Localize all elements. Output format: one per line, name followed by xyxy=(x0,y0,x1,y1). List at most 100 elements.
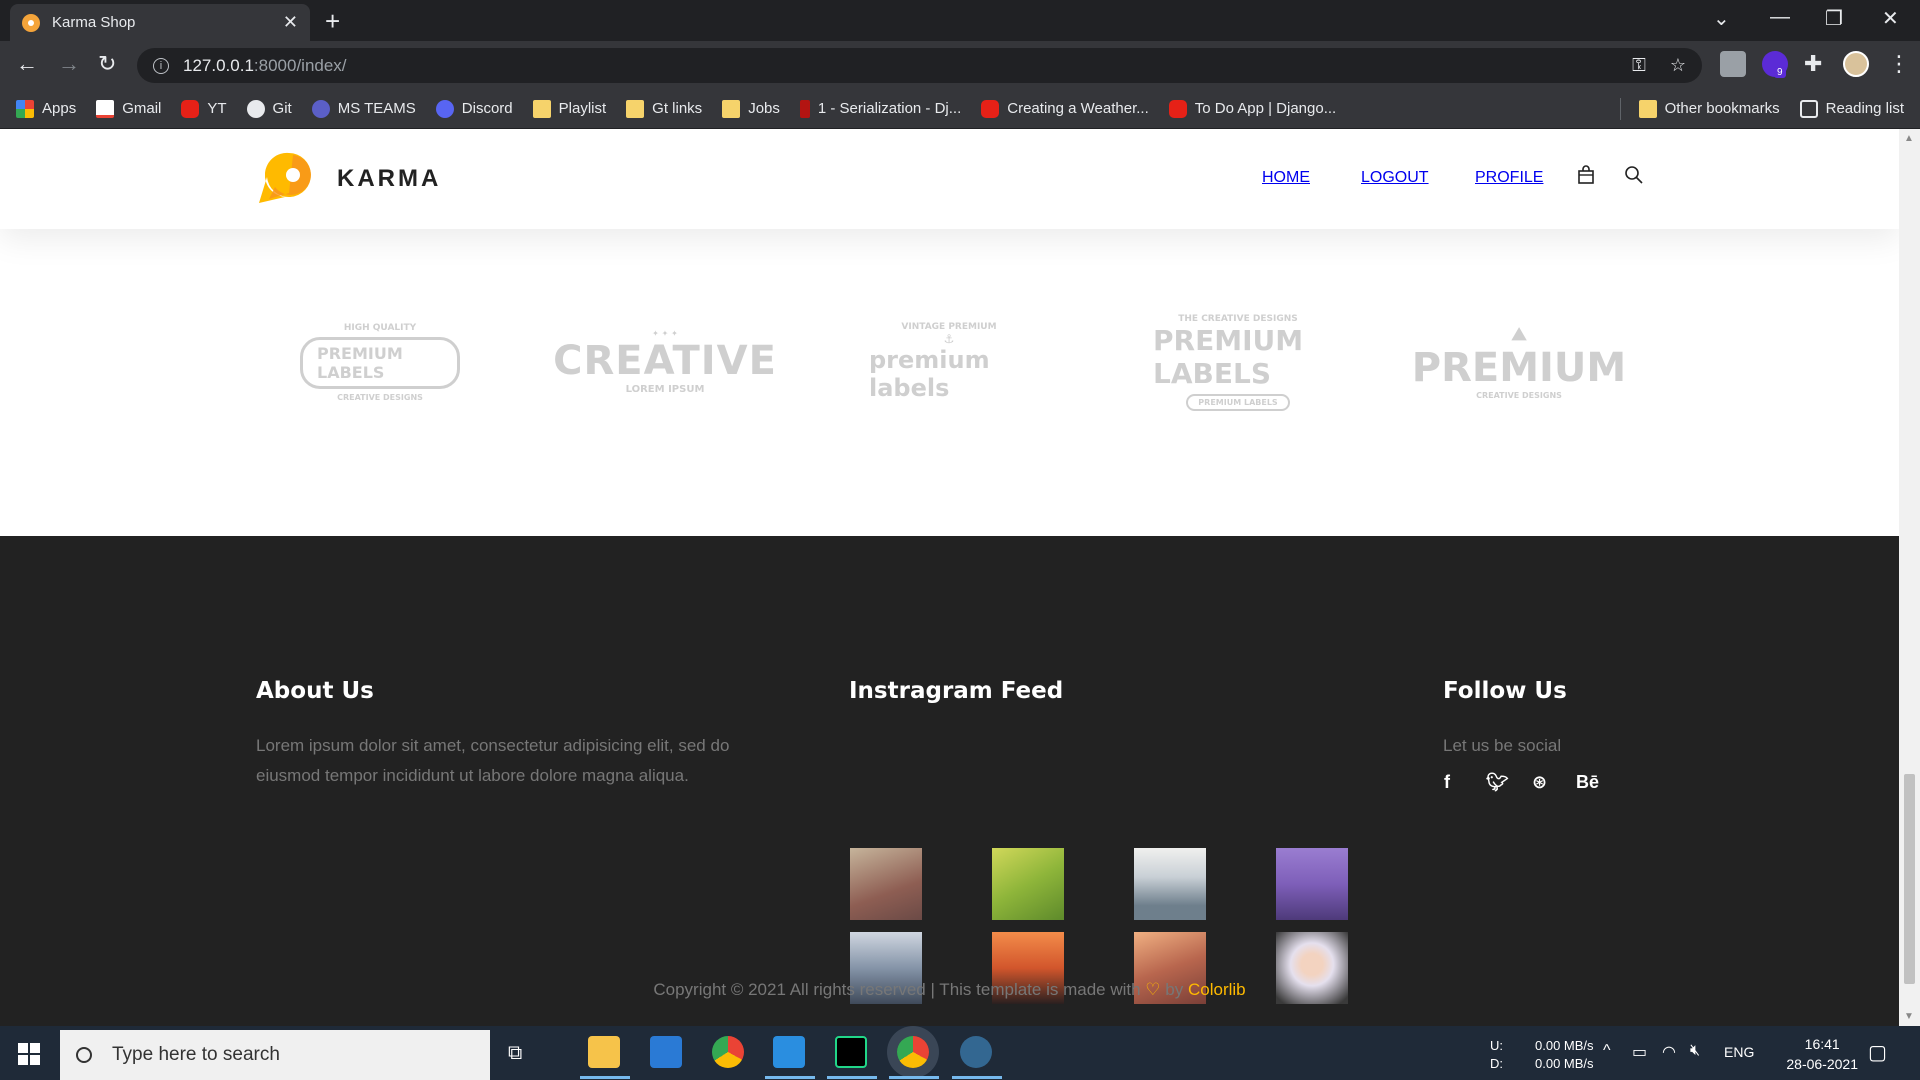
forward-icon[interactable]: → xyxy=(58,51,80,77)
scrollbar-thumb[interactable] xyxy=(1904,774,1915,984)
instagram-photo[interactable] xyxy=(1134,848,1206,920)
brand-logo-sub: CREATIVE DESIGNS xyxy=(337,392,423,402)
bookmark-item[interactable]: MS TEAMS xyxy=(311,99,416,118)
site-info-icon[interactable]: i xyxy=(153,57,169,74)
app-running-indicator xyxy=(765,1076,815,1079)
volume-muted-icon[interactable]: 🔇︎ xyxy=(1690,1042,1700,1060)
bookmark-label: Playlist xyxy=(558,100,607,117)
bookmark-separator xyxy=(1619,97,1621,120)
folder-icon xyxy=(722,99,741,118)
extension-icon[interactable] xyxy=(1720,51,1746,77)
gmail-icon xyxy=(96,99,115,118)
language-indicator[interactable]: ENG xyxy=(1724,1044,1754,1060)
windows-start-icon[interactable] xyxy=(18,1043,40,1065)
file-explorer-icon[interactable] xyxy=(588,1036,620,1068)
reload-icon[interactable]: ↻ xyxy=(98,51,116,77)
tab-close-icon[interactable]: ✕ xyxy=(283,12,298,33)
windows-taskbar: Type here to search ⧉ U: D: 0.00 MB/s 0.… xyxy=(0,1026,1920,1080)
nav-home[interactable]: HOME xyxy=(1262,169,1310,187)
instagram-photo[interactable] xyxy=(992,848,1064,920)
bookmark-label: Discord xyxy=(461,100,513,117)
search-icon[interactable] xyxy=(1624,165,1644,185)
bookmark-item[interactable]: YT xyxy=(181,99,227,118)
postgres-icon[interactable] xyxy=(960,1036,992,1068)
address-bar[interactable]: i 127.0.0.1 :8000/index/ ⚿ ☆ xyxy=(137,48,1702,83)
other-bookmarks[interactable]: Other bookmarks xyxy=(1638,99,1780,118)
bookmark-item[interactable]: 1 - Serialization - Dj... xyxy=(799,99,961,118)
shopping-bag-icon[interactable] xyxy=(1576,165,1596,185)
yt-icon xyxy=(981,99,1000,118)
browser-tab-bar: Karma Shop ✕ + ⌄ — ❐ ✕ xyxy=(0,0,1920,41)
net-up-speed: 0.00 MB/s xyxy=(1535,1038,1594,1053)
reading-list-label: Reading list xyxy=(1825,100,1904,117)
bookmark-item[interactable]: Git xyxy=(246,99,292,118)
instagram-photo[interactable] xyxy=(1276,848,1348,920)
scroll-up-icon[interactable]: ▲ xyxy=(1904,133,1914,144)
about-title: About Us xyxy=(256,678,374,704)
page-scrollbar[interactable]: ▲ ▼ xyxy=(1899,129,1920,1026)
chrome-icon[interactable] xyxy=(712,1036,744,1068)
new-tab-button[interactable]: + xyxy=(325,6,340,37)
back-icon[interactable]: ← xyxy=(16,51,38,77)
bookmark-item[interactable]: Discord xyxy=(435,99,513,118)
bookmark-item[interactable]: To Do App | Django... xyxy=(1168,99,1336,118)
battery-icon[interactable]: ▭ xyxy=(1632,1042,1647,1062)
instagram-photo[interactable] xyxy=(850,848,922,920)
tab-search-icon[interactable]: ⌄ xyxy=(1713,6,1730,31)
mail-icon[interactable] xyxy=(650,1036,682,1068)
dribbble-icon[interactable]: ⊛ xyxy=(1532,772,1547,793)
bookmark-item[interactable]: Jobs xyxy=(722,99,780,118)
minimize-icon[interactable]: — xyxy=(1770,6,1790,29)
app-running-indicator xyxy=(889,1076,939,1079)
bookmark-item[interactable]: Apps xyxy=(16,99,76,118)
bookmark-item[interactable]: Playlist xyxy=(532,99,607,118)
nav-logout[interactable]: LOGOUT xyxy=(1361,169,1429,187)
extensions-puzzle-icon[interactable]: ✚ xyxy=(1804,51,1822,77)
tray-chevron-icon[interactable]: ^ xyxy=(1603,1042,1611,1060)
bookmark-item[interactable]: Gt links xyxy=(626,99,702,118)
reading-list[interactable]: Reading list xyxy=(1799,99,1904,118)
notification-icon[interactable]: ▢ xyxy=(1868,1040,1887,1065)
app-running-indicator xyxy=(580,1076,630,1079)
brand-logo-sub: CREATIVE DESIGNS xyxy=(1476,391,1562,400)
close-window-icon[interactable]: ✕ xyxy=(1882,6,1899,31)
discord-icon xyxy=(435,99,454,118)
pycharm-icon[interactable] xyxy=(835,1036,867,1068)
app-running-indicator xyxy=(827,1076,877,1079)
brand-logo: HIGH QUALITY PREMIUM LABELS CREATIVE DES… xyxy=(300,312,460,412)
clock[interactable]: 16:41 28-06-2021 xyxy=(1786,1034,1858,1074)
red-icon xyxy=(799,99,810,118)
folder-icon xyxy=(532,99,551,118)
app-running-indicator xyxy=(952,1076,1002,1079)
chrome-active-icon[interactable] xyxy=(897,1036,929,1068)
bookmark-item[interactable]: Gmail xyxy=(96,99,161,118)
net-up-label: U: xyxy=(1490,1038,1503,1053)
scroll-down-icon[interactable]: ▼ xyxy=(1904,1011,1914,1022)
profile-avatar[interactable] xyxy=(1843,51,1869,77)
key-icon[interactable]: ⚿ xyxy=(1632,55,1646,76)
wifi-icon[interactable]: ◠ xyxy=(1662,1042,1676,1062)
brand-logo-sub: PREMIUM LABELS xyxy=(1186,393,1290,411)
follow-title: Follow Us xyxy=(1443,678,1567,704)
brand-logo-main: premium labels xyxy=(869,346,990,402)
browser-tab[interactable]: Karma Shop ✕ xyxy=(10,4,310,41)
colorlib-link[interactable]: Colorlib xyxy=(1188,980,1246,999)
bookmark-label: MS TEAMS xyxy=(337,100,416,117)
restore-icon[interactable]: ❐ xyxy=(1825,6,1843,31)
behance-icon[interactable]: Bē xyxy=(1576,772,1599,793)
copyright-text: Copyright © 2021 All rights reserved | T… xyxy=(653,980,1141,999)
task-view-icon[interactable]: ⧉ xyxy=(508,1042,522,1065)
instagram-title: Instragram Feed xyxy=(849,678,1064,704)
brand-name[interactable]: KARMA xyxy=(337,165,441,193)
brand-logo: ⛰ PREMIUM CREATIVE DESIGNS xyxy=(1411,324,1627,400)
browser-menu-icon[interactable]: ⋮ xyxy=(1888,51,1910,77)
bookmark-star-icon[interactable]: ☆ xyxy=(1670,55,1686,76)
taskbar-search-input[interactable]: Type here to search xyxy=(60,1030,490,1080)
nav-profile[interactable]: PROFILE xyxy=(1475,169,1543,187)
twitter-icon[interactable]: 🐦︎ xyxy=(1486,772,1509,793)
karma-logo-icon[interactable] xyxy=(255,147,319,211)
facebook-icon[interactable]: f xyxy=(1444,772,1450,793)
bookmark-item[interactable]: Creating a Weather... xyxy=(981,99,1149,118)
vscode-icon[interactable] xyxy=(773,1036,805,1068)
yt-icon xyxy=(181,99,200,118)
